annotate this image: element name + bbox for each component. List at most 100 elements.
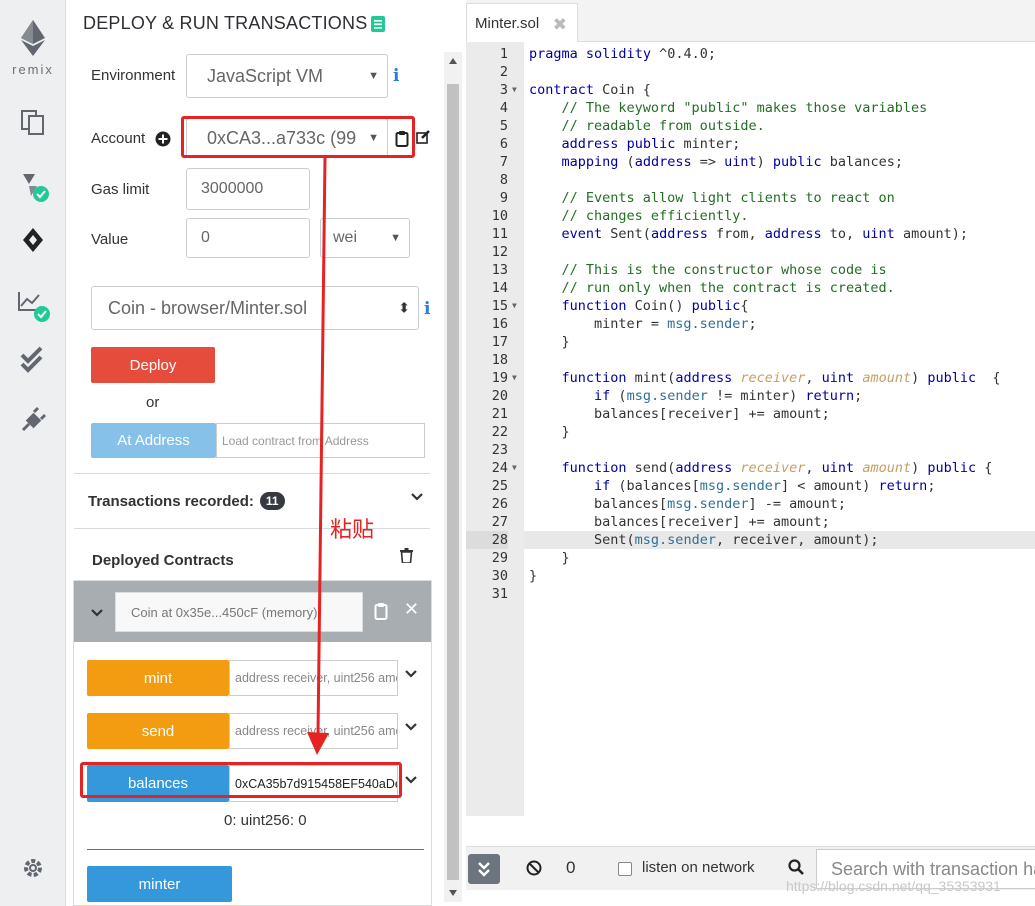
transactions-count-badge: 11: [259, 492, 285, 510]
environment-value: JavaScript VM: [207, 65, 324, 86]
chevron-down-icon[interactable]: [405, 773, 417, 788]
chevron-down-icon[interactable]: [411, 489, 423, 507]
scroll-up-icon[interactable]: [449, 58, 457, 64]
code-line: 23: [491, 442, 508, 458]
testing-icon[interactable]: [0, 346, 66, 374]
listen-network-checkbox[interactable]: [618, 862, 632, 876]
close-icon[interactable]: ✕: [404, 599, 419, 620]
compiler-icon[interactable]: [0, 168, 66, 204]
listen-network-label: listen on network: [642, 859, 755, 876]
ethereum-logo-icon[interactable]: [0, 20, 66, 56]
remix-logo-text: remix: [12, 62, 54, 77]
panel-scrollbar[interactable]: [444, 52, 462, 902]
value-unit: wei: [333, 229, 358, 246]
trash-icon[interactable]: [400, 548, 413, 568]
chevron-down-icon[interactable]: [91, 605, 103, 623]
contract-select-value: Coin - browser/Minter.sol: [108, 297, 308, 318]
copy-icon[interactable]: [374, 602, 388, 625]
panel-title: DEPLOY & RUN TRANSACTIONS: [83, 13, 368, 33]
gas-limit-label: Gas limit: [91, 181, 150, 198]
scroll-down-icon[interactable]: [449, 890, 457, 896]
code-line: 28 Sent(msg.sender, receiver, amount);: [466, 531, 1035, 549]
scrollbar-thumb[interactable]: [447, 84, 459, 880]
code-editor: Minter.sol ✖ 1 pragma solidity ^0.4.0; 2 3 ▼…: [466, 0, 1035, 906]
code-line: 20 if (msg.sender != minter) return;: [491, 388, 863, 404]
analysis-icon[interactable]: [0, 288, 66, 324]
deploy-button[interactable]: Deploy: [91, 347, 215, 383]
transactions-recorded-text: Transactions recorded:: [88, 493, 254, 510]
toggle-terminal-icon[interactable]: [468, 854, 500, 884]
tab-minter-sol[interactable]: Minter.sol ✖: [466, 3, 578, 43]
environment-label: Environment: [91, 67, 176, 84]
divider: [74, 528, 430, 529]
watermark: https://blog.csdn.net/qq_35353931: [786, 878, 1001, 894]
deploy-run-icon[interactable]: [0, 226, 66, 254]
minter-button[interactable]: minter: [87, 866, 232, 902]
pending-tx-count: 0: [566, 858, 576, 877]
code-line: 17 }: [491, 334, 570, 350]
or-label: or: [146, 394, 160, 411]
at-address-input[interactable]: Load contract from Address: [216, 423, 425, 458]
tab-label: Minter.sol: [475, 15, 540, 32]
chevron-down-icon: ▼: [390, 232, 401, 244]
gas-limit-value: 3000000: [201, 180, 264, 197]
environment-select[interactable]: JavaScript VM ▼: [186, 54, 388, 98]
code-line: 7 mapping (address => uint) public balan…: [499, 154, 903, 170]
value-input[interactable]: 0: [186, 218, 310, 258]
code-line: 12: [491, 244, 508, 260]
contract-instance-header: Coin at 0x35e...450cF (memory) ✕: [74, 581, 431, 642]
icon-rail: remix: [0, 0, 66, 906]
gas-limit-input[interactable]: 3000000: [186, 168, 310, 210]
contract-select[interactable]: Coin - browser/Minter.sol ⬍: [91, 286, 419, 330]
value-label: Value: [91, 231, 129, 248]
at-address-button[interactable]: At Address: [91, 423, 216, 458]
code-line: 2: [499, 64, 508, 80]
value-amount: 0: [201, 229, 210, 246]
code-line: 19 ▼ function mint(address receiver, uint…: [491, 370, 1001, 386]
plugin-manager-icon[interactable]: [0, 406, 66, 434]
file-explorer-icon[interactable]: [0, 108, 66, 136]
sort-arrows-icon: ⬍: [398, 299, 410, 316]
account-label: Account: [91, 130, 146, 147]
code-line: 13 // This is the constructor whose code…: [491, 262, 887, 278]
clear-console-icon[interactable]: [526, 860, 542, 881]
instance-address-label: Coin at 0x35e...450cF (memory): [115, 592, 363, 632]
mint-button[interactable]: mint: [87, 660, 229, 696]
value-unit-select[interactable]: wei ▼: [320, 218, 410, 258]
divider: [74, 473, 430, 474]
contract-instance: Coin at 0x35e...450cF (memory) ✕ mint ad…: [73, 580, 432, 906]
annotation-box-account: [181, 116, 415, 158]
chevron-down-icon[interactable]: [405, 720, 417, 735]
close-tab-icon[interactable]: ✖: [553, 15, 567, 35]
edit-icon[interactable]: [416, 129, 431, 149]
mint-input[interactable]: address receiver, uint256 amount: [229, 660, 398, 696]
annotation-box-balances: [80, 762, 402, 798]
transactions-recorded-label[interactable]: Transactions recorded: 11: [88, 492, 285, 510]
code-line: 24 ▼ function send(address receiver, uint…: [491, 460, 993, 476]
copy-icon[interactable]: [395, 130, 409, 152]
code-line: 29 }: [491, 550, 570, 566]
chevron-down-icon[interactable]: [405, 667, 417, 682]
send-input[interactable]: address receiver, uint256 amount: [229, 713, 398, 749]
search-icon[interactable]: [788, 859, 804, 880]
info-icon[interactable]: i: [424, 299, 430, 319]
documentation-icon[interactable]: [371, 16, 385, 37]
code-line: 3 ▼ contract Coin {: [499, 82, 651, 98]
code-line: 4 // The keyword "public" makes those va…: [499, 100, 928, 116]
code-line: 26 balances[msg.sender] -= amount;: [491, 496, 846, 512]
code-line: 21 balances[receiver] += amount;: [491, 406, 830, 422]
code-line: 10 // changes efficiently.: [491, 208, 749, 224]
annotation-label: 粘贴: [330, 518, 375, 543]
code-line: 25 if (balances[msg.sender] < amount) re…: [491, 478, 936, 494]
send-button[interactable]: send: [87, 713, 229, 749]
info-icon[interactable]: i: [393, 66, 399, 86]
deploy-run-panel: DEPLOY & RUN TRANSACTIONS Environment Ja…: [66, 0, 464, 906]
code-line: 30}: [491, 568, 538, 584]
code-line: 8: [499, 172, 508, 188]
add-account-icon[interactable]: [155, 131, 171, 152]
code-line: 5 // readable from outside.: [499, 118, 765, 134]
settings-gear-icon[interactable]: [0, 856, 66, 880]
code-line: 1 pragma solidity ^0.4.0;: [499, 46, 716, 62]
code-line: 15 ▼ function Coin() public{: [491, 298, 749, 314]
deployed-contracts-label: Deployed Contracts: [92, 552, 234, 569]
